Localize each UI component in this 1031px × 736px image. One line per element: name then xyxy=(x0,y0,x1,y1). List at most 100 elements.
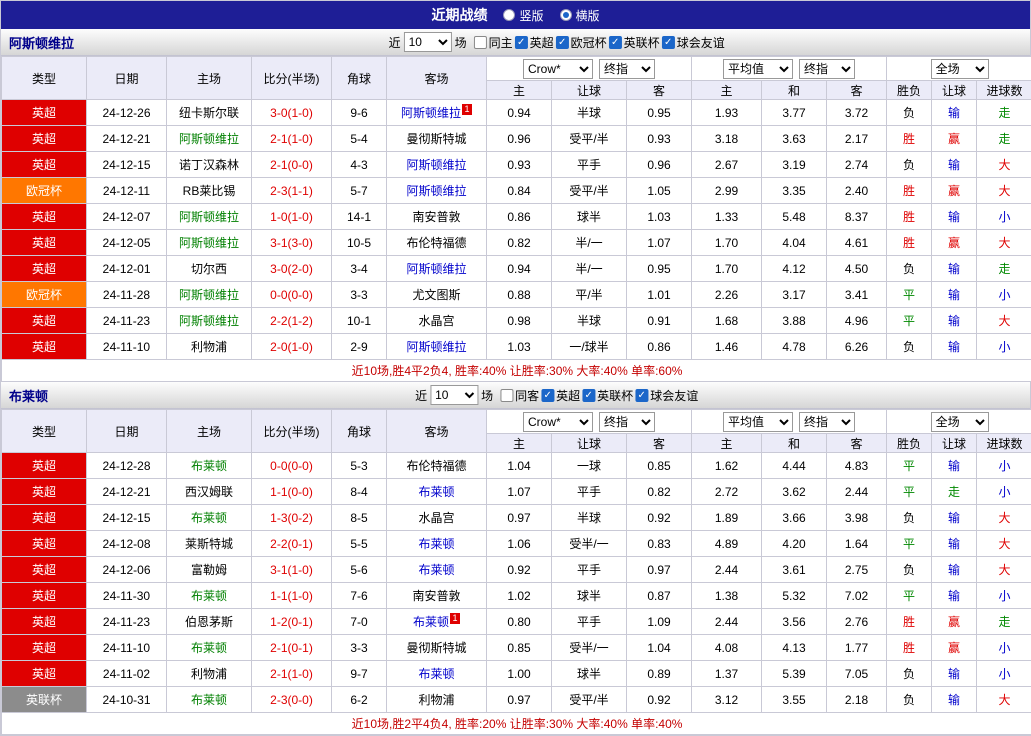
radio-horizontal-label: 横版 xyxy=(576,7,600,24)
average-stage-select[interactable]: 终指 xyxy=(799,59,855,79)
league-filter-checkbox[interactable]: ✓英联杯 xyxy=(609,34,660,51)
home-team: 西汉姆联 xyxy=(167,479,252,505)
avg-draw-odds: 4.12 xyxy=(762,256,827,282)
result-handicap: 输 xyxy=(932,661,977,687)
summary-text: 近10场,胜4平2负4, 胜率:40% 让胜率:30% 大率:40% 单率:60… xyxy=(2,360,1031,382)
checkbox-label: 英联杯 xyxy=(597,387,633,404)
odds-stage-select[interactable]: 终指 xyxy=(599,59,655,79)
away-odds: 1.09 xyxy=(627,609,692,635)
filter-controls: 近 10 场 同主✓英超✓欧冠杯✓英联杯✓球会友谊 xyxy=(389,32,725,52)
league-badge: 英超 xyxy=(2,308,87,334)
match-date: 24-12-28 xyxy=(87,453,167,479)
odds-stage-select[interactable]: 终指 xyxy=(599,412,655,432)
match-date: 24-11-10 xyxy=(87,635,167,661)
result-handicap: 输 xyxy=(932,282,977,308)
match-date: 24-12-15 xyxy=(87,505,167,531)
match-count-select[interactable]: 10 xyxy=(430,385,478,405)
layout-radio-horizontal[interactable]: 横版 xyxy=(560,7,600,24)
subcol-odds-home: 主 xyxy=(487,81,552,100)
handicap-line: 平手 xyxy=(552,557,627,583)
checkbox-unchecked-icon xyxy=(500,389,513,402)
layout-radio-vertical[interactable]: 竖版 xyxy=(503,7,543,24)
result-handicap: 赢 xyxy=(932,635,977,661)
checkbox-checked-icon: ✓ xyxy=(609,36,622,49)
avg-home-odds: 2.99 xyxy=(692,178,762,204)
league-badge: 英超 xyxy=(2,230,87,256)
match-row: 英超24-12-06富勒姆3-1(1-0)5-6布莱顿0.92平手0.972.4… xyxy=(2,557,1031,583)
home-odds: 1.06 xyxy=(487,531,552,557)
checkbox-checked-icon: ✓ xyxy=(541,389,554,402)
avg-draw-odds: 3.19 xyxy=(762,152,827,178)
result-wdl: 平 xyxy=(887,453,932,479)
league-filter-checkbox[interactable]: 同主 xyxy=(474,34,513,51)
home-odds: 1.07 xyxy=(487,479,552,505)
average-stage-select[interactable]: 终指 xyxy=(799,412,855,432)
avg-home-odds: 1.70 xyxy=(692,230,762,256)
league-filter-checkbox[interactable]: 同客 xyxy=(500,387,539,404)
match-date: 24-12-01 xyxy=(87,256,167,282)
match-date: 24-12-05 xyxy=(87,230,167,256)
checkbox-label: 英超 xyxy=(530,34,554,51)
bookmaker-select[interactable]: Crow* xyxy=(523,412,593,432)
result-goals: 大 xyxy=(977,230,1031,256)
league-filter-group: 同主✓英超✓欧冠杯✓英联杯✓球会友谊 xyxy=(474,34,725,51)
near-label: 近 xyxy=(389,34,401,51)
away-odds: 0.97 xyxy=(627,557,692,583)
avg-away-odds: 7.05 xyxy=(827,661,887,687)
col-header-corners: 角球 xyxy=(332,57,387,100)
corners: 3-3 xyxy=(332,282,387,308)
match-row: 英超24-12-05阿斯顿维拉3-1(3-0)10-5布伦特福德0.82半/一1… xyxy=(2,230,1031,256)
avg-home-odds: 2.44 xyxy=(692,557,762,583)
away-odds: 0.96 xyxy=(627,152,692,178)
scope-select[interactable]: 全场 xyxy=(931,412,989,432)
score: 3-0(1-0) xyxy=(252,100,332,126)
checkbox-checked-icon: ✓ xyxy=(556,36,569,49)
match-row: 英超24-12-21阿斯顿维拉2-1(1-0)5-4曼彻斯特城0.96受平/半0… xyxy=(2,126,1031,152)
score: 2-1(0-0) xyxy=(252,152,332,178)
result-goals: 大 xyxy=(977,152,1031,178)
score: 1-3(0-2) xyxy=(252,505,332,531)
result-wdl: 平 xyxy=(887,583,932,609)
match-date: 24-12-11 xyxy=(87,178,167,204)
league-badge: 英超 xyxy=(2,609,87,635)
avg-draw-odds: 3.61 xyxy=(762,557,827,583)
radio-icon xyxy=(503,9,515,21)
league-filter-checkbox[interactable]: ✓英超 xyxy=(541,387,580,404)
league-filter-checkbox[interactable]: ✓英超 xyxy=(515,34,554,51)
match-row: 英超24-12-08莱斯特城2-2(0-1)5-5布莱顿1.06受半/一0.83… xyxy=(2,531,1031,557)
avg-away-odds: 3.41 xyxy=(827,282,887,308)
average-select[interactable]: 平均值 xyxy=(723,59,793,79)
section-header: 布莱顿 近 10 场 同客✓英超✓英联杯✓球会友谊 xyxy=(1,382,1030,409)
bookmaker-select-cell: Crow* 终指 xyxy=(487,410,692,434)
avg-away-odds: 1.77 xyxy=(827,635,887,661)
scope-select[interactable]: 全场 xyxy=(931,59,989,79)
league-filter-checkbox[interactable]: ✓英联杯 xyxy=(582,387,633,404)
league-badge: 英超 xyxy=(2,635,87,661)
section-header: 阿斯顿维拉 近 10 场 同主✓英超✓欧冠杯✓英联杯✓球会友谊 xyxy=(1,29,1030,56)
league-badge: 英超 xyxy=(2,583,87,609)
result-handicap: 输 xyxy=(932,583,977,609)
avg-away-odds: 2.17 xyxy=(827,126,887,152)
col-header-home: 主场 xyxy=(167,57,252,100)
league-filter-checkbox[interactable]: ✓欧冠杯 xyxy=(556,34,607,51)
league-badge: 英超 xyxy=(2,531,87,557)
average-select[interactable]: 平均值 xyxy=(723,412,793,432)
handicap-line: 半球 xyxy=(552,505,627,531)
avg-home-odds: 1.68 xyxy=(692,308,762,334)
home-team: 纽卡斯尔联 xyxy=(167,100,252,126)
away-team: 布莱顿 xyxy=(387,531,487,557)
league-filter-checkbox[interactable]: ✓球会友谊 xyxy=(662,34,725,51)
match-count-select[interactable]: 10 xyxy=(404,32,452,52)
result-handicap: 输 xyxy=(932,152,977,178)
avg-away-odds: 3.72 xyxy=(827,100,887,126)
home-odds: 0.85 xyxy=(487,635,552,661)
bookmaker-select[interactable]: Crow* xyxy=(523,59,593,79)
league-filter-checkbox[interactable]: ✓球会友谊 xyxy=(635,387,698,404)
bookmaker-select-cell: Crow* 终指 xyxy=(487,57,692,81)
match-row: 欧冠杯24-11-28阿斯顿维拉0-0(0-0)3-3尤文图斯0.88平/半1.… xyxy=(2,282,1031,308)
score: 0-0(0-0) xyxy=(252,453,332,479)
avg-home-odds: 1.38 xyxy=(692,583,762,609)
subcol-avg-home: 主 xyxy=(692,434,762,453)
result-goals: 大 xyxy=(977,531,1031,557)
avg-draw-odds: 3.88 xyxy=(762,308,827,334)
